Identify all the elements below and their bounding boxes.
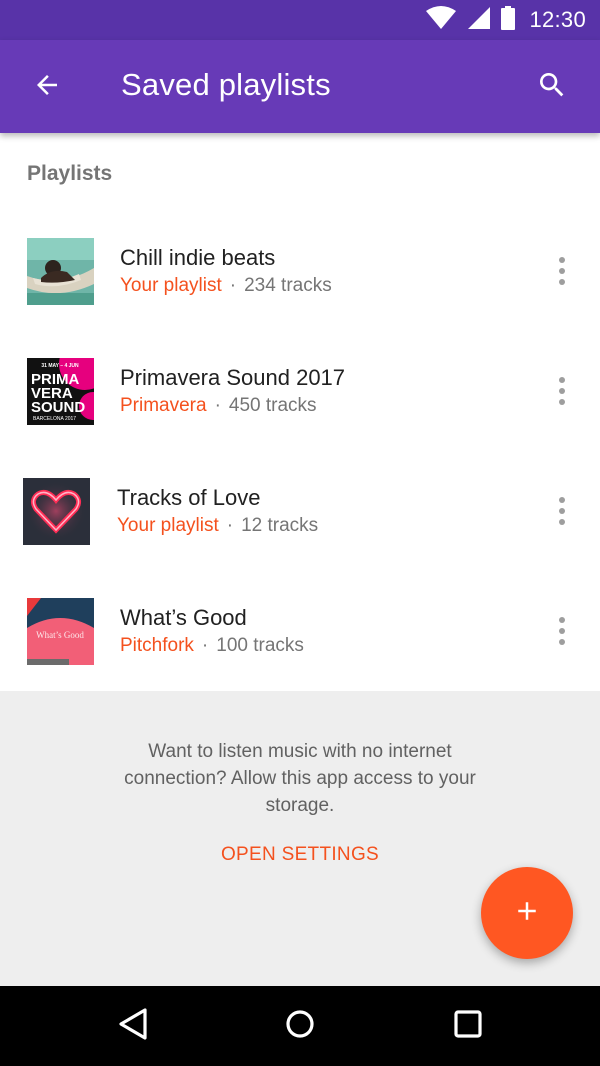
more-options-button[interactable] — [548, 251, 576, 291]
status-bar: 12:30 — [0, 0, 600, 40]
more-vert-icon — [559, 257, 565, 263]
playlist-list: Playlists Chill indie beats Your playlis… — [0, 133, 600, 691]
playlist-owner: Primavera — [120, 395, 207, 416]
search-icon — [536, 69, 568, 106]
playlist-owner: Pitchfork — [120, 635, 194, 656]
cover-title-text: What’s Good — [36, 630, 84, 640]
more-options-button[interactable] — [548, 491, 576, 531]
more-vert-icon — [559, 497, 565, 503]
playlist-subtitle: Primavera · 450 tracks — [120, 395, 317, 417]
nav-back-button[interactable] — [113, 1006, 153, 1046]
track-count: 234 tracks — [244, 275, 332, 296]
battery-icon — [501, 5, 516, 35]
recents-square-icon — [454, 1009, 482, 1043]
section-header: Playlists — [27, 162, 113, 185]
track-count: 100 tracks — [216, 635, 304, 656]
more-options-button[interactable] — [548, 371, 576, 411]
cell-signal-icon — [467, 6, 491, 35]
playlist-row[interactable]: What’s Good What’s Good Pitchfork · 100 tr… — [0, 558, 600, 678]
playlist-subtitle: Your playlist · 234 tracks — [120, 275, 332, 297]
open-settings-button[interactable]: OPEN SETTINGS — [200, 844, 400, 866]
more-options-button[interactable] — [548, 611, 576, 651]
playlist-cover — [27, 238, 94, 305]
playlist-subtitle: Pitchfork · 100 tracks — [120, 635, 304, 657]
playlist-subtitle: Your playlist · 12 tracks — [117, 515, 318, 537]
playlist-title: What’s Good — [120, 605, 247, 630]
separator-dot: · — [201, 635, 209, 656]
status-icons: 12:30 — [425, 0, 586, 40]
search-button[interactable] — [529, 64, 575, 110]
playlist-cover: 31 MAY – 4 JUN PRIMA VERA SOUND BARCELON… — [27, 358, 94, 425]
home-circle-icon — [285, 1009, 315, 1044]
cover-date-text: 31 MAY – 4 JUN — [41, 363, 79, 369]
playlist-owner: Your playlist — [120, 275, 222, 296]
separator-dot: · — [226, 515, 234, 536]
cover-city-text: BARCELONA 2017 — [33, 416, 76, 422]
page-title: Saved playlists — [121, 67, 331, 102]
permission-message: Want to listen music with no internet co… — [124, 741, 476, 816]
playlist-title: Primavera Sound 2017 — [120, 365, 346, 390]
playlist-row[interactable]: 31 MAY – 4 JUN PRIMA VERA SOUND BARCELON… — [0, 318, 600, 438]
system-nav-bar — [0, 986, 600, 1066]
nav-recents-button[interactable] — [448, 1006, 488, 1046]
wifi-icon — [425, 5, 457, 35]
app-bar: Saved playlists — [0, 40, 600, 133]
more-vert-icon — [559, 617, 565, 623]
arrow-back-icon — [32, 70, 62, 105]
back-triangle-icon — [117, 1007, 149, 1046]
playlist-row[interactable]: Chill indie beats Your playlist · 234 trac… — [0, 198, 600, 318]
playlist-row[interactable]: Tracks of Love Your playlist · 12 tracks — [0, 438, 600, 558]
add-playlist-fab[interactable] — [481, 867, 573, 959]
playlist-title: Chill indie beats — [120, 245, 276, 270]
status-time: 12:30 — [529, 7, 586, 32]
add-icon — [512, 896, 542, 931]
back-button[interactable] — [24, 64, 70, 110]
playlist-title: Tracks of Love — [117, 485, 261, 510]
more-vert-icon — [559, 377, 565, 383]
separator-dot: · — [229, 275, 237, 296]
playlist-owner: Your playlist — [117, 515, 219, 536]
playlist-cover — [23, 478, 90, 545]
playlist-cover: What’s Good — [27, 598, 94, 665]
track-count: 450 tracks — [228, 395, 317, 416]
track-count: 12 tracks — [241, 515, 319, 536]
nav-home-button[interactable] — [280, 1006, 320, 1046]
separator-dot: · — [214, 395, 221, 416]
cover-line-text: SOUND — [31, 399, 85, 416]
